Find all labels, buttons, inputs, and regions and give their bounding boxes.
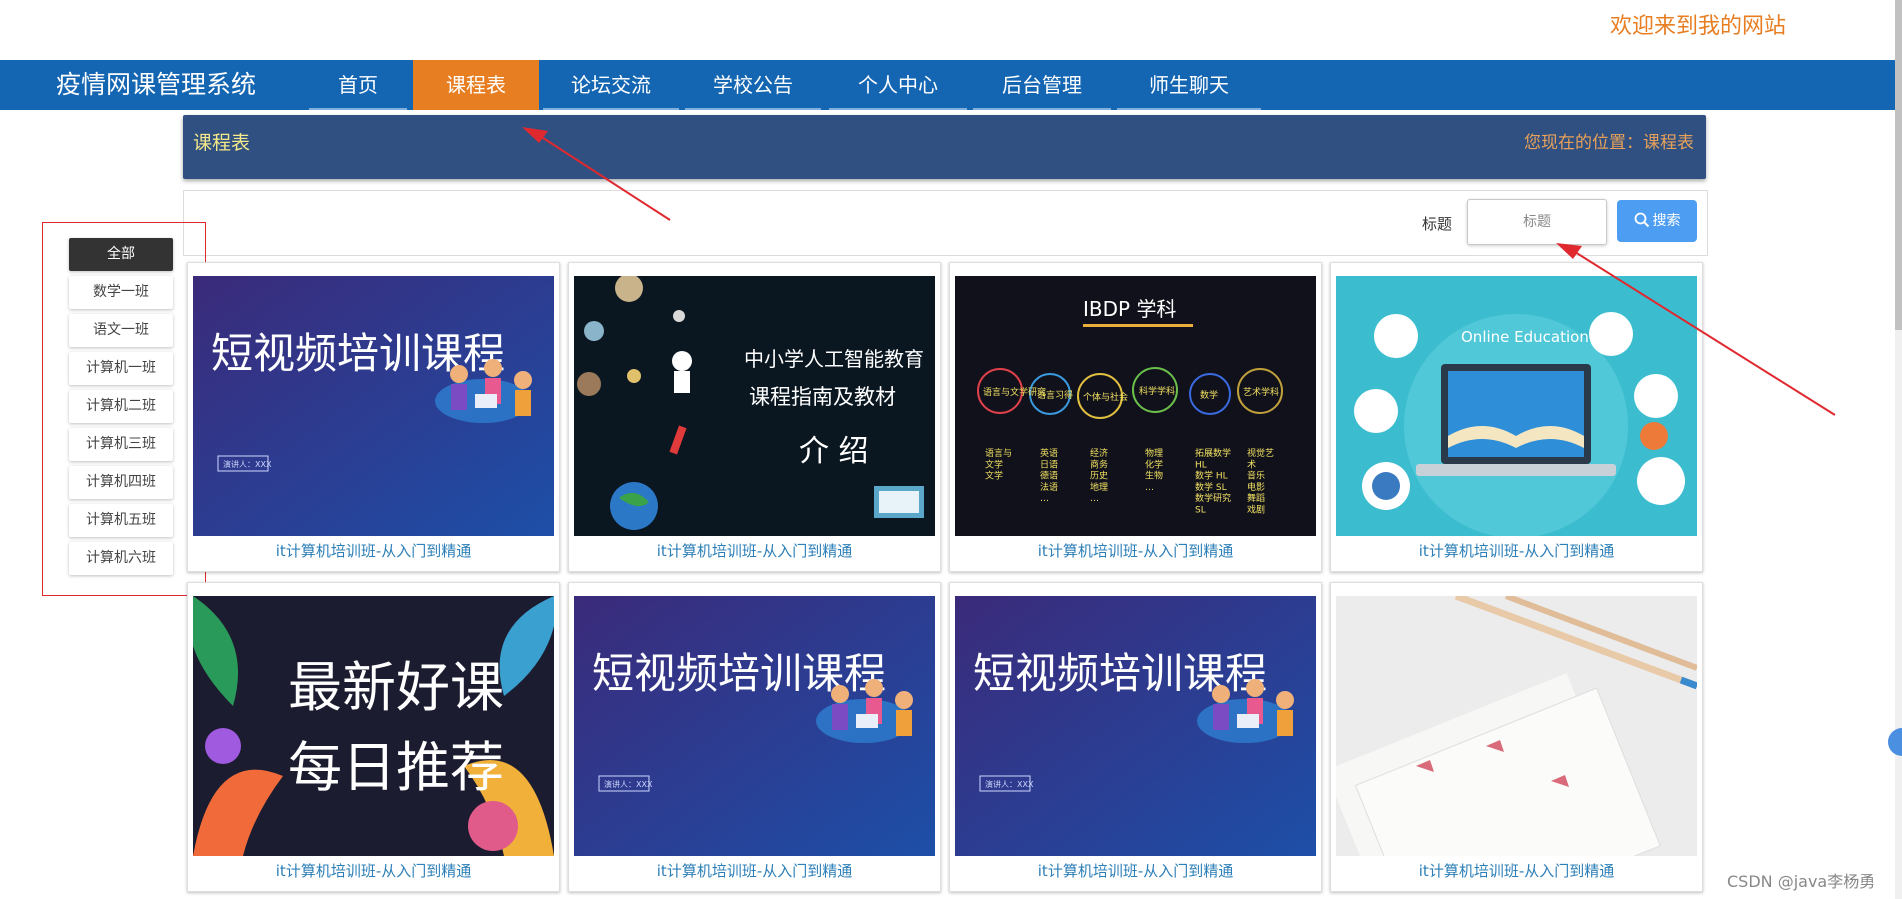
course-thumbnail — [1336, 596, 1697, 856]
course-title[interactable]: it计算机培训班-从入门到精通 — [1331, 860, 1702, 881]
welcome-text: 欢迎来到我的网站 — [1610, 14, 1787, 39]
course-card[interactable]: IBDP 学科 语言与文学研究 语言习得 个体与社会 科学学科 数学 艺术学科 … — [949, 262, 1322, 572]
course-card[interactable]: 最新好课 每日推荐 it计算机培训班-从入门到精通 — [187, 582, 560, 892]
course-thumbnail: Online Education — [1336, 276, 1697, 536]
course-card[interactable]: 短视频培训课程 演讲人：XXX it计算机培训班-从入门到精通 — [187, 262, 560, 572]
course-title[interactable]: it计算机培训班-从入门到精通 — [188, 540, 559, 561]
thumb-line2: 课程指南及教材 — [749, 385, 896, 409]
nav-item-home[interactable]: 首页 — [307, 60, 409, 110]
thumb-circle: 个体与社会 — [1083, 391, 1128, 403]
course-thumbnail: IBDP 学科 语言与文学研究 语言习得 个体与社会 科学学科 数学 艺术学科 … — [955, 276, 1316, 536]
search-label: 标题 — [1422, 215, 1453, 233]
course-card[interactable]: it计算机培训班-从入门到精通 — [1330, 582, 1703, 892]
course-thumbnail: 中小学人工智能教育 课程指南及教材 介 绍 — [574, 276, 935, 536]
thumb-heading: IBDP 学科 — [1083, 297, 1176, 321]
scrollbar-thumb[interactable] — [1895, 0, 1902, 330]
course-thumbnail: 最新好课 每日推荐 — [193, 596, 554, 856]
thumb-circle: 艺术学科 — [1243, 386, 1279, 398]
course-title[interactable]: it计算机培训班-从入门到精通 — [569, 860, 940, 881]
thumb-circle: 科学学科 — [1139, 385, 1175, 397]
nav-item-admin[interactable]: 后台管理 — [971, 60, 1113, 110]
page-scrollbar[interactable] — [1895, 0, 1902, 899]
course-card[interactable]: 中小学人工智能教育 课程指南及教材 介 绍 it计算机培训班-从入门到精通 — [568, 262, 941, 572]
breadcrumb: 您现在的位置：课程表 — [1524, 133, 1694, 153]
annotation-box — [42, 222, 206, 596]
top-navbar: 疫情网课管理系统 首页 课程表 论坛交流 学校公告 个人中心 后台管理 师生聊天 — [0, 60, 1895, 110]
course-thumbnail: 短视频培训课程 演讲人：XXX — [955, 596, 1316, 856]
thumb-caption: Online Education — [1461, 328, 1589, 346]
course-card[interactable]: 短视频培训课程 演讲人：XXX it计算机培训班-从入门到精通 — [568, 582, 941, 892]
thumb-circle: 语言习得 — [1037, 389, 1073, 401]
nav-item-profile[interactable]: 个人中心 — [827, 60, 969, 110]
course-title[interactable]: it计算机培训班-从入门到精通 — [188, 860, 559, 881]
course-card[interactable]: 短视频培训课程 演讲人：XXX it计算机培训班-从入门到精通 — [949, 582, 1322, 892]
thumb-line2: 每日推荐 — [288, 736, 504, 799]
nav-item-announcements[interactable]: 学校公告 — [683, 60, 823, 110]
course-title[interactable]: it计算机培训班-从入门到精通 — [569, 540, 940, 561]
thumb-presenter: 演讲人：XXX — [985, 779, 1034, 789]
nav-item-schedule[interactable]: 课程表 — [413, 60, 539, 110]
thumb-circle: 数学 — [1200, 389, 1218, 401]
search-panel: 标题 搜索 — [183, 190, 1708, 256]
course-title[interactable]: it计算机培训班-从入门到精通 — [950, 540, 1321, 561]
course-thumbnail: 短视频培训课程 演讲人：XXX — [193, 276, 554, 536]
search-button[interactable]: 搜索 — [1617, 200, 1697, 242]
nav-item-forum[interactable]: 论坛交流 — [541, 60, 681, 110]
thumb-line1: 中小学人工智能教育 — [744, 347, 924, 371]
back-to-top-button[interactable] — [1888, 728, 1902, 756]
nav-item-chat[interactable]: 师生聊天 — [1115, 60, 1263, 110]
thumb-line3: 介 绍 — [799, 434, 869, 469]
thumb-line1: 最新好课 — [288, 656, 504, 719]
course-title[interactable]: it计算机培训班-从入门到精通 — [1331, 540, 1702, 561]
thumb-presenter: 演讲人：XXX — [223, 459, 272, 469]
page-title: 课程表 — [193, 132, 251, 154]
watermark: CSDN @java李杨勇 — [1727, 872, 1876, 891]
course-thumbnail: 短视频培训课程 演讲人：XXX — [574, 596, 935, 856]
site-brand[interactable]: 疫情网课管理系统 — [56, 60, 256, 110]
search-input[interactable] — [1467, 199, 1607, 245]
course-card[interactable]: Online Education it计算机培训班-从入门到精通 — [1330, 262, 1703, 572]
page-header: 课程表 您现在的位置：课程表 — [183, 115, 1706, 179]
thumb-presenter: 演讲人：XXX — [604, 779, 653, 789]
course-title[interactable]: it计算机培训班-从入门到精通 — [950, 860, 1321, 881]
search-icon — [1634, 212, 1649, 228]
